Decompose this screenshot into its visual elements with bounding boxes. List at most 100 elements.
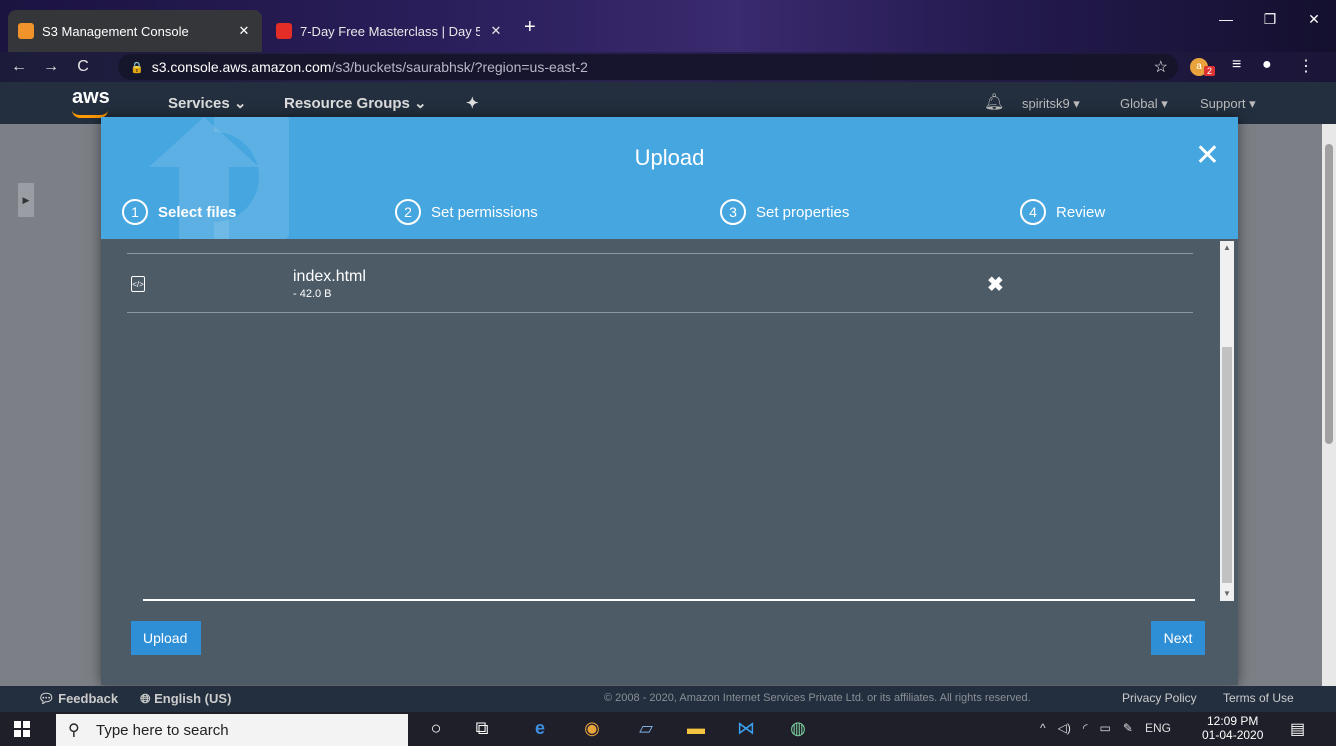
url-host: s3.console.aws.amazon.com bbox=[151, 59, 332, 75]
file-list-item: </> index.html - 42.0 B ✖ bbox=[127, 253, 1193, 313]
upload-modal: Upload ✕ 1 Select files 2 Set permission… bbox=[101, 117, 1238, 685]
sidebar-expand-icon[interactable]: ▶ bbox=[18, 183, 34, 217]
file-size: - 42.0 B bbox=[293, 288, 332, 300]
step-set-permissions[interactable]: 2 Set permissions bbox=[395, 199, 538, 225]
terms-of-use-link[interactable]: Terms of Use bbox=[1223, 691, 1294, 705]
search-icon: ⚲ bbox=[68, 722, 80, 739]
language-label: English (US) bbox=[154, 691, 232, 706]
pin-icon[interactable]: ✦ bbox=[466, 94, 479, 112]
upload-modal-header: Upload ✕ 1 Select files 2 Set permission… bbox=[101, 117, 1238, 239]
tab-close-icon[interactable]: ✕ bbox=[236, 23, 252, 39]
file-explorer-icon[interactable]: ▬ bbox=[684, 718, 708, 739]
system-tray: ^ ◁) ◜ ▭ ✎ ENG bbox=[1040, 721, 1171, 735]
resource-groups-menu[interactable]: Resource Groups ⌄ bbox=[284, 94, 427, 112]
tab-s3-console[interactable]: S3 Management Console ✕ bbox=[8, 10, 262, 52]
modal-close-icon[interactable]: ✕ bbox=[1195, 141, 1220, 171]
globe-icon: 🌐︎ bbox=[140, 691, 155, 706]
pen-icon[interactable]: ✎ bbox=[1123, 721, 1133, 735]
new-tab-button[interactable]: + bbox=[524, 16, 536, 39]
language-indicator[interactable]: ENG bbox=[1145, 721, 1171, 735]
profile-icon[interactable]: ● bbox=[1262, 56, 1272, 74]
taskbar-search-input[interactable]: ⚲ Type here to search bbox=[56, 714, 408, 746]
aws-logo-text: aws bbox=[72, 86, 110, 108]
file-list-scrollbar[interactable]: ▲ ▼ bbox=[1220, 241, 1234, 601]
upload-button[interactable]: Upload bbox=[131, 621, 201, 655]
vscode-icon[interactable]: ⋈ bbox=[734, 718, 758, 739]
step-label: Set properties bbox=[756, 203, 850, 221]
step-number: 3 bbox=[720, 199, 746, 225]
notification-center-icon[interactable]: ▤ bbox=[1290, 719, 1305, 739]
step-label: Set permissions bbox=[431, 203, 538, 221]
account-menu[interactable]: spiritsk9 ▾ bbox=[1022, 96, 1080, 112]
bookmark-star-icon[interactable]: ☆ bbox=[1154, 57, 1168, 77]
youtube-favicon-icon bbox=[276, 23, 292, 39]
file-name: index.html bbox=[293, 268, 366, 285]
support-menu[interactable]: Support ▾ bbox=[1200, 96, 1256, 112]
page-scrollbar[interactable] bbox=[1322, 124, 1336, 686]
wifi-icon[interactable]: ◜ bbox=[1083, 721, 1088, 735]
copyright-text: © 2008 - 2020, Amazon Internet Services … bbox=[604, 692, 1031, 704]
step-label: Review bbox=[1056, 203, 1106, 221]
notification-bell-icon[interactable]: 🔔︎ bbox=[984, 92, 1004, 112]
language-selector[interactable]: 🌐︎ English (US) bbox=[140, 691, 231, 707]
modal-title: Upload bbox=[634, 145, 705, 170]
reading-list-icon[interactable]: ≡ bbox=[1232, 56, 1241, 74]
window-close-button[interactable]: ✕ bbox=[1292, 0, 1336, 38]
taskbar-clock[interactable]: 12:09 PM 01-04-2020 bbox=[1202, 714, 1263, 742]
clock-date: 01-04-2020 bbox=[1202, 728, 1264, 742]
address-bar-row: ← → C 🔒 s3.console.aws.amazon.com /s3/bu… bbox=[0, 52, 1336, 82]
battery-icon[interactable]: ▭ bbox=[1100, 721, 1111, 735]
window-controls: — ❐ ✕ bbox=[1204, 0, 1336, 38]
clock-time: 12:09 PM bbox=[1207, 714, 1259, 728]
feedback-label: Feedback bbox=[58, 691, 119, 706]
file-list-scrollbar-thumb[interactable] bbox=[1222, 347, 1232, 583]
reload-button[interactable]: C bbox=[70, 58, 96, 76]
browser-tab-bar: S3 Management Console ✕ 7-Day Free Maste… bbox=[0, 0, 1336, 52]
forward-button[interactable]: → bbox=[38, 58, 64, 76]
app-icon[interactable]: ◍ bbox=[786, 718, 810, 739]
notepad-icon[interactable]: ▱ bbox=[634, 718, 658, 739]
aws-favicon-icon bbox=[18, 23, 34, 39]
page-scrollbar-thumb[interactable] bbox=[1325, 144, 1333, 444]
feedback-icon: 💬︎ bbox=[38, 691, 59, 706]
scroll-down-icon[interactable]: ▼ bbox=[1220, 587, 1234, 601]
task-view-icon[interactable]: ⧉ bbox=[470, 718, 494, 739]
aws-logo[interactable]: aws bbox=[72, 86, 110, 118]
maximize-button[interactable]: ❐ bbox=[1248, 0, 1292, 38]
windows-taskbar: ⚲ Type here to search ○ ⧉ e ◉ ▱ ▬ ⋈ ◍ ^ … bbox=[0, 712, 1336, 746]
back-button[interactable]: ← bbox=[6, 58, 32, 76]
upload-modal-body: </> index.html - 42.0 B ✖ ▲ ▼ Upload Nex… bbox=[101, 239, 1238, 685]
tab-title: S3 Management Console bbox=[42, 23, 189, 39]
tab-close-icon[interactable]: ✕ bbox=[488, 23, 504, 39]
next-button[interactable]: Next bbox=[1151, 621, 1205, 655]
step-number: 4 bbox=[1020, 199, 1046, 225]
volume-icon[interactable]: ◁) bbox=[1058, 721, 1071, 735]
remove-file-icon[interactable]: ✖ bbox=[987, 272, 1004, 297]
menu-kebab-icon[interactable]: ⋮ bbox=[1298, 56, 1314, 76]
step-label: Select files bbox=[158, 203, 237, 221]
scroll-up-icon[interactable]: ▲ bbox=[1220, 241, 1234, 255]
extension-badge: 2 bbox=[1204, 66, 1216, 76]
tab-title: 7-Day Free Masterclass | Day 5 - bbox=[300, 23, 480, 39]
search-placeholder: Type here to search bbox=[96, 721, 229, 739]
tray-chevron-icon[interactable]: ^ bbox=[1040, 721, 1046, 735]
url-field[interactable]: 🔒 s3.console.aws.amazon.com /s3/buckets/… bbox=[118, 54, 1178, 80]
aws-footer: 💬︎ Feedback 🌐︎ English (US) © 2008 - 202… bbox=[0, 686, 1336, 712]
url-path: /s3/buckets/saurabhsk/?region=us-east-2 bbox=[331, 59, 588, 75]
edge-icon[interactable]: e bbox=[528, 718, 552, 739]
services-menu[interactable]: Services ⌄ bbox=[168, 94, 246, 112]
feedback-link[interactable]: 💬︎ Feedback bbox=[38, 691, 118, 707]
html-file-icon: </> bbox=[131, 276, 145, 292]
step-set-properties[interactable]: 3 Set properties bbox=[720, 199, 849, 225]
step-select-files[interactable]: 1 Select files bbox=[122, 199, 236, 225]
lock-icon: 🔒 bbox=[130, 61, 144, 74]
cortana-icon[interactable]: ○ bbox=[424, 718, 448, 739]
chrome-icon[interactable]: ◉ bbox=[580, 718, 604, 739]
region-menu[interactable]: Global ▾ bbox=[1120, 96, 1168, 112]
minimize-button[interactable]: — bbox=[1204, 0, 1248, 38]
windows-start-icon[interactable] bbox=[14, 721, 30, 737]
step-review[interactable]: 4 Review bbox=[1020, 199, 1105, 225]
privacy-policy-link[interactable]: Privacy Policy bbox=[1122, 691, 1197, 705]
step-number: 1 bbox=[122, 199, 148, 225]
tab-masterclass[interactable]: 7-Day Free Masterclass | Day 5 - ✕ bbox=[266, 10, 514, 52]
